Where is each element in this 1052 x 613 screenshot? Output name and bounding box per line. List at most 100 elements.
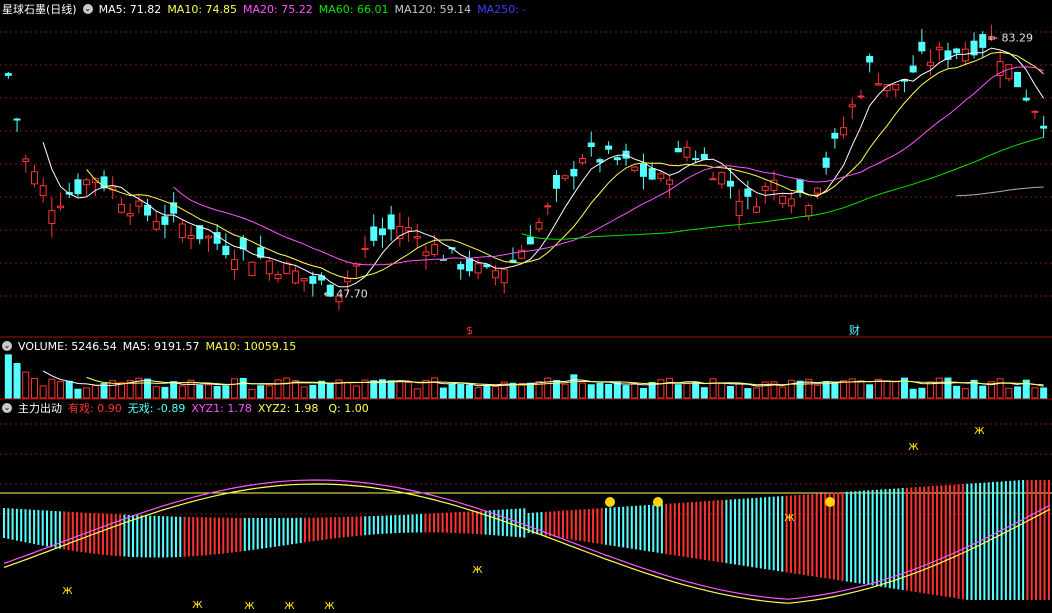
volume-bar — [622, 385, 630, 399]
volume-bar — [57, 381, 65, 399]
candle-body — [457, 264, 465, 270]
ma20-label: MA20: 75.22 — [243, 2, 313, 16]
volume-bar — [439, 387, 447, 399]
candle-body — [744, 188, 752, 197]
candle-body — [405, 227, 413, 232]
volume-bar — [813, 384, 821, 399]
ma5-line — [42, 47, 1045, 288]
volume-bar — [248, 388, 256, 399]
volume-bar — [257, 385, 265, 399]
candle-body — [787, 198, 795, 207]
volume-bar — [300, 386, 308, 399]
volume-bar — [961, 388, 969, 399]
volume-bar — [178, 385, 186, 399]
candle-body — [13, 118, 21, 121]
volume-bar — [4, 354, 12, 399]
candle-body — [509, 259, 517, 263]
candle-body — [1031, 110, 1039, 113]
volume-bar — [666, 377, 674, 399]
candle-body — [22, 158, 30, 162]
candle-body — [135, 200, 143, 207]
price-legend: 星球石墨(日线) ⌄ MA5: 71.82 MA10: 74.85 MA20: … — [2, 1, 526, 17]
candle-body — [152, 221, 160, 230]
volume-bar — [892, 380, 900, 399]
ma20-line — [173, 66, 1044, 266]
ma250-label: MA250: - — [477, 2, 527, 16]
volume-bar — [787, 379, 795, 399]
volume-bar — [196, 384, 204, 399]
candle-body — [274, 273, 282, 280]
butterfly-marker: ж — [908, 439, 919, 453]
volume-bar — [492, 385, 500, 399]
volume-bar — [605, 383, 613, 399]
volume-bar — [239, 377, 247, 399]
volume-bar — [979, 385, 987, 399]
volume-bar — [735, 383, 743, 399]
coin-marker — [825, 497, 835, 507]
volume-bar — [927, 381, 935, 399]
candle-body — [39, 185, 47, 197]
butterfly-marker: ж — [784, 510, 795, 524]
volume-bar — [144, 378, 152, 399]
volume-bar — [744, 388, 752, 399]
candle-body — [831, 132, 839, 139]
high-price-label: ← 83.29 — [989, 31, 1033, 44]
collapse-icon[interactable]: ⌄ — [2, 341, 12, 351]
ma120-line — [956, 186, 1044, 197]
volume-bar — [318, 380, 326, 399]
candle-body — [683, 146, 691, 158]
candle-body — [144, 204, 152, 216]
candle-body — [805, 205, 813, 217]
candle-body — [979, 34, 987, 48]
volume-bar — [231, 378, 239, 399]
indicator-legend: ⌄ 主力出动 有戏: 0.90 无戏: -0.89 XYZ1: 1.78 XYZ… — [2, 400, 369, 416]
candle-body — [309, 276, 317, 284]
butterfly-marker: ж — [62, 583, 73, 597]
candle-body — [909, 65, 917, 73]
butterfly-marker: ж — [472, 562, 483, 576]
volume-bar — [309, 384, 317, 399]
volume-bar — [474, 387, 482, 399]
volume-bar — [779, 386, 787, 399]
volume-bar — [22, 371, 30, 399]
volume-bar — [448, 383, 456, 399]
candle-body — [239, 237, 247, 250]
candle-body — [631, 166, 639, 171]
volume-bar — [352, 385, 360, 399]
volume-bar — [413, 388, 421, 399]
volume-bar — [953, 385, 961, 399]
butterfly-marker: ж — [192, 597, 203, 611]
volume-bar — [161, 386, 169, 399]
volume-bar — [1014, 386, 1022, 399]
volume-bar — [1005, 387, 1013, 399]
ma60-label: MA60: 66.01 — [318, 2, 389, 16]
candle-body — [587, 142, 595, 147]
volume-bar — [344, 382, 352, 399]
low-price-label: ← 47.70 — [324, 288, 368, 301]
ma5-label: MA5: 71.82 — [98, 2, 162, 16]
volume-bar — [996, 378, 1004, 399]
candle-body — [500, 268, 508, 284]
candle-body — [283, 262, 291, 275]
collapse-icon[interactable]: ⌄ — [82, 4, 93, 14]
volume-bar — [1031, 387, 1039, 399]
candle-body — [187, 235, 195, 240]
volume-bar — [935, 377, 943, 399]
volume-bar — [30, 377, 38, 399]
coin-marker — [653, 497, 663, 507]
collapse-icon[interactable]: ⌄ — [2, 403, 12, 413]
volume-bar — [753, 387, 761, 399]
candle-body — [726, 180, 734, 187]
volume-bar — [274, 379, 282, 399]
volume-bar — [579, 382, 587, 399]
butterfly-marker: ж — [244, 598, 255, 612]
volume-bar — [883, 380, 891, 399]
volume-bar — [674, 384, 682, 399]
volume-bar — [544, 377, 552, 399]
event-marker-s: $ — [466, 324, 473, 337]
volume-bar — [48, 378, 56, 399]
candle-body — [866, 55, 874, 63]
stock-chart[interactable]: ← 83.29 ← 47.70 $ 财 ж ж ж ж ж ж ж ж ж — [0, 0, 1052, 613]
volume-bar — [570, 374, 578, 399]
candle-body — [927, 61, 935, 67]
